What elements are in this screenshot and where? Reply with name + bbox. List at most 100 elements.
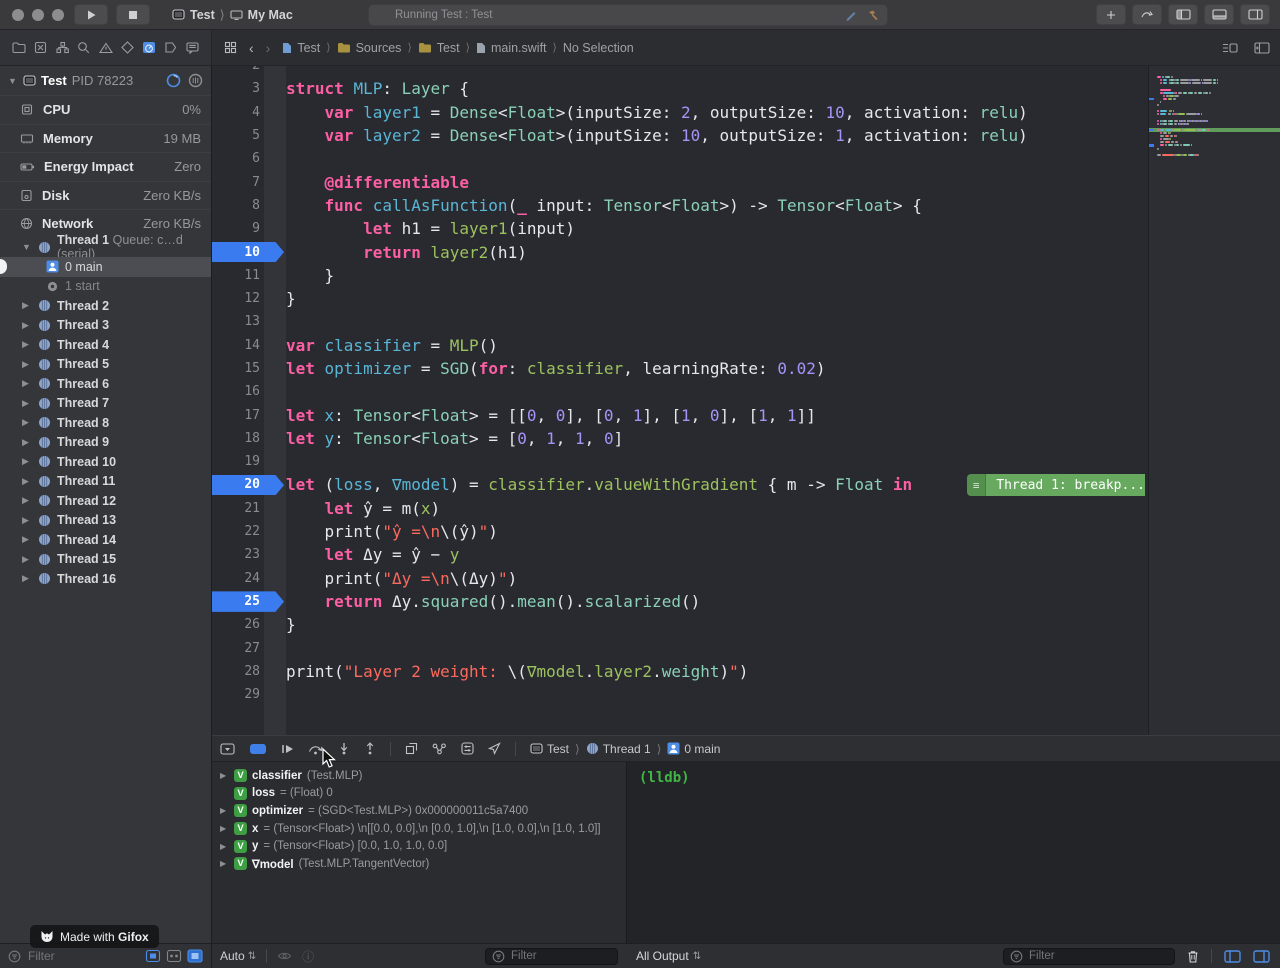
console-filter-field[interactable] — [1003, 948, 1175, 965]
thread-row-3[interactable]: ▶ Thread 3 — [0, 316, 211, 336]
code-review-icon[interactable] — [1132, 4, 1162, 25]
navigator-filter-input[interactable] — [28, 949, 108, 963]
thread-row-9[interactable]: ▶ Thread 9 — [0, 433, 211, 453]
breadcrumb-item[interactable]: Test — [418, 41, 460, 55]
disclosure-triangle-icon[interactable]: ▶ — [22, 320, 32, 331]
line-number[interactable]: 8 — [212, 198, 286, 213]
thread-row-6[interactable]: ▶ Thread 6 — [0, 374, 211, 394]
thread-row-5[interactable]: ▶ Thread 5 — [0, 355, 211, 375]
line-number[interactable]: 18 — [212, 431, 286, 446]
thread-row-12[interactable]: ▶ Thread 12 — [0, 491, 211, 511]
breakpoint-menu-icon[interactable]: ≡ — [967, 474, 986, 496]
gauge-row-energy-impact[interactable]: Energy ImpactZero — [0, 152, 211, 181]
line-number[interactable]: 20 — [212, 477, 286, 492]
inspector-panel-icon[interactable] — [1240, 4, 1270, 25]
line-number[interactable]: 26 — [212, 617, 286, 632]
breadcrumb-item[interactable]: No Selection — [563, 41, 634, 55]
console-output-popup[interactable]: All Output⇅ — [636, 949, 701, 963]
code-line-8[interactable]: 8 func callAsFunction(_ input: Tensor<Fl… — [212, 194, 1148, 217]
filter-blocked-icon[interactable] — [166, 949, 182, 963]
disclosure-triangle-icon[interactable]: ▶ — [22, 339, 32, 350]
run-button[interactable] — [74, 4, 108, 25]
line-number[interactable]: 29 — [212, 687, 286, 702]
line-number[interactable]: 9 — [212, 221, 286, 236]
variables-filter-input[interactable] — [511, 950, 611, 962]
add-editor-icon[interactable] — [1096, 4, 1126, 25]
filter-crashed-icon[interactable] — [187, 949, 203, 963]
line-number[interactable]: 14 — [212, 338, 286, 353]
disclosure-triangle-icon[interactable]: ▼ — [22, 242, 32, 252]
minimize-icon[interactable] — [32, 9, 44, 21]
breakpoint-annotation[interactable]: ≡ Thread 1: breakp... — [967, 474, 1145, 496]
line-number[interactable]: 24 — [212, 571, 286, 586]
line-number[interactable]: 10 — [212, 245, 286, 260]
line-number[interactable]: 11 — [212, 268, 286, 283]
line-number[interactable]: 27 — [212, 641, 286, 656]
breadcrumb-item[interactable]: Test — [282, 41, 320, 55]
gauge-ring-icon[interactable] — [188, 73, 203, 88]
toggle-console-pane-icon[interactable] — [1253, 950, 1270, 963]
code-line-19[interactable]: 19 — [212, 450, 1148, 473]
console-filter-input[interactable] — [1029, 950, 1129, 962]
info-icon[interactable]: ⓘ — [302, 948, 314, 965]
code-line-28[interactable]: 28print("Layer 2 weight: \(∇model.layer2… — [212, 660, 1148, 683]
variables-filter-field[interactable] — [485, 948, 618, 965]
code-line-23[interactable]: 23 let Δy = ŷ − y — [212, 543, 1148, 566]
code-line-17[interactable]: 17let x: Tensor<Float> = [[0, 0], [0, 1]… — [212, 403, 1148, 426]
code-line-13[interactable]: 13 — [212, 310, 1148, 333]
related-items-icon[interactable] — [224, 41, 237, 54]
disclosure-triangle-icon[interactable]: ▶ — [22, 437, 32, 448]
continue-icon[interactable] — [281, 743, 294, 755]
toggle-variables-pane-icon[interactable] — [1224, 950, 1241, 963]
code-line-5[interactable]: 5 var layer2 = Dense<Float>(inputSize: 1… — [212, 124, 1148, 147]
line-number[interactable]: 15 — [212, 361, 286, 376]
variable-row-optimizer[interactable]: ▶ V optimizer = (SGD<Test.MLP>) 0x000000… — [212, 802, 626, 820]
line-number[interactable]: 12 — [212, 291, 286, 306]
code-line-12[interactable]: 12} — [212, 287, 1148, 310]
code-line-25[interactable]: 25 return Δy.squared().mean().scalarized… — [212, 590, 1148, 613]
debug-breadcrumb-item[interactable]: Test — [530, 742, 569, 756]
line-number[interactable]: 5 — [212, 128, 286, 143]
activity-ring-icon[interactable] — [166, 73, 181, 88]
thread-row-4[interactable]: ▶ Thread 4 — [0, 335, 211, 355]
process-row[interactable]: ▼ Test PID 78223 — [0, 66, 211, 95]
issue-navigator-icon[interactable] — [97, 39, 115, 57]
disclosure-triangle-icon[interactable]: ▶ — [22, 300, 32, 311]
source-editor[interactable]: 23struct MLP: Layer {4 var layer1 = Dens… — [212, 66, 1280, 735]
disclosure-triangle-icon[interactable]: ▶ — [220, 824, 229, 833]
thread-row-14[interactable]: ▶ Thread 14 — [0, 530, 211, 550]
environment-overrides-icon[interactable] — [461, 742, 474, 755]
debug-breadcrumb-item[interactable]: Thread 1 — [586, 742, 651, 756]
code-line-24[interactable]: 24 print("Δy =\n\(Δy)") — [212, 567, 1148, 590]
console-view[interactable]: (lldb) — [626, 762, 1280, 943]
add-editor-icon[interactable] — [1254, 42, 1270, 54]
line-number[interactable]: 23 — [212, 547, 286, 562]
code-line-15[interactable]: 15let optimizer = SGD(for: classifier, l… — [212, 357, 1148, 380]
code-line-9[interactable]: 9 let h1 = layer1(input) — [212, 217, 1148, 240]
line-number[interactable]: 28 — [212, 664, 286, 679]
line-number[interactable]: 3 — [212, 81, 286, 96]
thread-row-16[interactable]: ▶ Thread 16 — [0, 569, 211, 589]
debug-panel-icon[interactable] — [1204, 4, 1234, 25]
symbol-navigator-icon[interactable] — [53, 39, 71, 57]
hide-debug-area-icon[interactable] — [220, 743, 235, 755]
variable-row-∇model[interactable]: ▶ V ∇model (Test.MLP.TangentVector) — [212, 855, 626, 873]
project-navigator-icon[interactable] — [10, 39, 28, 57]
disclosure-triangle-icon[interactable]: ▶ — [22, 573, 32, 584]
line-number[interactable]: 7 — [212, 175, 286, 190]
gauge-row-memory[interactable]: Memory19 MB — [0, 124, 211, 153]
close-icon[interactable] — [12, 9, 24, 21]
code-line-29[interactable]: 29 — [212, 683, 1148, 706]
line-number[interactable]: 17 — [212, 408, 286, 423]
code-line-2[interactable]: 2 — [212, 66, 1148, 77]
simulate-location-icon[interactable] — [488, 742, 501, 755]
breakpoints-enabled-icon[interactable] — [249, 743, 267, 755]
disclosure-triangle-icon[interactable]: ▶ — [22, 554, 32, 565]
disclosure-triangle-icon[interactable]: ▶ — [220, 771, 229, 780]
disclosure-triangle-icon[interactable]: ▶ — [220, 806, 229, 815]
disclosure-triangle-icon[interactable]: ▶ — [22, 417, 32, 428]
thread-row-10[interactable]: ▶ Thread 10 — [0, 452, 211, 472]
stack-frame-0-main[interactable]: 0 main — [0, 257, 211, 277]
thread-row-1[interactable]: ▼ Thread 1 Queue: c…d (serial) — [0, 238, 211, 258]
line-number[interactable]: 19 — [212, 454, 286, 469]
